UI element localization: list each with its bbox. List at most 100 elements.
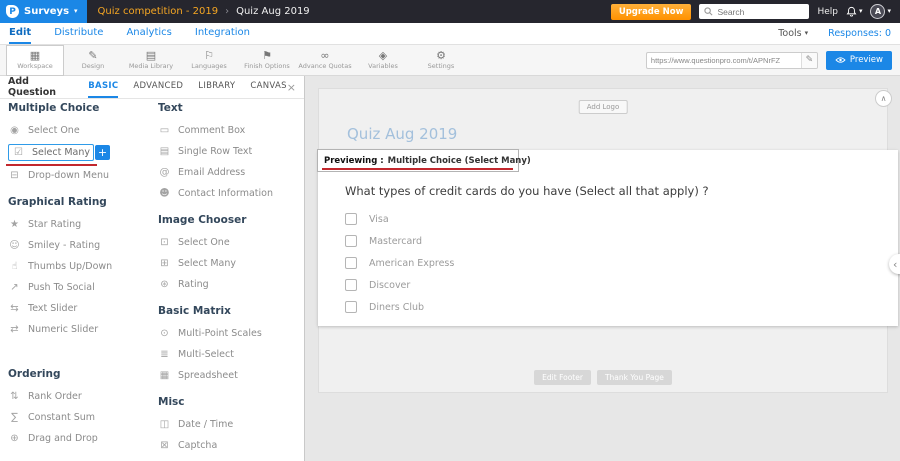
question-type-constant-sum[interactable]: ∑ Constant Sum	[8, 407, 150, 428]
question-type-thumbs-up-down[interactable]: ☝ Thumbs Up/Down	[8, 256, 150, 277]
thumbs-icon: ☝	[8, 261, 21, 272]
toolbar-item-workspace[interactable]: ▦ Workspace	[6, 45, 64, 76]
preview-button[interactable]: Preview	[826, 51, 892, 70]
multi-select-icon: ≣	[158, 349, 171, 360]
rank-order-icon: ⇅	[8, 391, 21, 402]
tab-advanced[interactable]: ADVANCED	[133, 76, 183, 98]
toolbar-item-label: Media Library	[129, 62, 173, 70]
tab-library[interactable]: LIBRARY	[198, 76, 235, 98]
question-type-image-select-one[interactable]: ⊡ Select One	[158, 232, 303, 253]
toolbar-item-media-library[interactable]: ▤ Media Library	[122, 45, 180, 76]
question-type-image-rating[interactable]: ⊛ Rating	[158, 274, 303, 295]
breadcrumb-separator-icon: ›	[225, 6, 229, 17]
responses-count[interactable]: Responses: 0	[828, 28, 891, 39]
nav-right-group: Tools ▾ Responses: 0	[778, 23, 891, 44]
question-type-single-row-text[interactable]: ▤ Single Row Text	[158, 141, 303, 162]
notifications-menu[interactable]: ▾	[846, 6, 863, 17]
question-type-select-one[interactable]: ◉ Select One	[8, 120, 150, 141]
question-type-multi-point-scales[interactable]: ⊙ Multi-Point Scales	[158, 323, 303, 344]
add-select-many-button[interactable]: +	[95, 145, 110, 160]
tab-canvas[interactable]: CANVAS	[250, 76, 286, 98]
questionpro-logo-icon: P	[6, 5, 19, 18]
survey-url-input[interactable]	[647, 56, 801, 65]
question-type-label: Spreadsheet	[178, 370, 238, 381]
person-icon: ☻	[158, 188, 171, 199]
question-type-dropdown-menu[interactable]: ⊟ Drop-down Menu	[8, 165, 150, 186]
question-type-smiley-rating[interactable]: ☺ Smiley - Rating	[8, 235, 150, 256]
image-select-one-icon: ⊡	[158, 237, 171, 248]
option-checkbox[interactable]	[345, 279, 357, 291]
option-label: Diners Club	[369, 302, 424, 313]
question-type-drag-and-drop[interactable]: ⊕ Drag and Drop	[8, 428, 150, 449]
question-type-image-select-many[interactable]: ⊞ Select Many	[158, 253, 303, 274]
question-type-label: Single Row Text	[178, 146, 252, 157]
tab-analytics[interactable]: Analytics	[126, 23, 171, 44]
upgrade-now-button[interactable]: Upgrade Now	[611, 4, 692, 20]
product-switcher-surveys[interactable]: P Surveys ▾	[0, 0, 87, 23]
question-type-label: Constant Sum	[28, 412, 95, 423]
toolbar-right-group: ✎ Preview	[646, 51, 892, 70]
sum-icon: ∑	[8, 412, 21, 423]
topbar-right-group: Upgrade Now Help ▾ A ▾	[611, 4, 900, 20]
drag-drop-icon: ⊕	[8, 433, 21, 444]
toolbar-item-settings[interactable]: ⚙ Settings	[412, 45, 470, 76]
survey-preview-stage: Add Logo Quiz Aug 2019 Edit Footer Thank…	[305, 76, 900, 461]
toolbar-item-advance-quotas[interactable]: ∞ Advance Quotas	[296, 45, 354, 76]
breadcrumb-parent-survey[interactable]: Quiz competition - 2019	[98, 6, 219, 17]
breadcrumb: Quiz competition - 2019 › Quiz Aug 2019	[98, 6, 310, 17]
toolbar-item-variables[interactable]: ◈ Variables	[354, 45, 412, 76]
close-panel-button[interactable]: ×	[287, 76, 296, 98]
question-type-star-rating[interactable]: ★ Star Rating	[8, 214, 150, 235]
question-type-spreadsheet[interactable]: ▦ Spreadsheet	[158, 365, 303, 386]
global-search-box[interactable]	[699, 4, 809, 19]
add-logo-button[interactable]: Add Logo	[579, 100, 628, 114]
tab-integration[interactable]: Integration	[195, 23, 250, 44]
account-menu[interactable]: A ▾	[870, 4, 891, 19]
question-type-email-address[interactable]: @ Email Address	[158, 162, 303, 183]
question-type-label: Drop-down Menu	[28, 170, 109, 181]
chevron-down-icon: ▾	[74, 8, 78, 15]
help-link[interactable]: Help	[817, 7, 838, 17]
answer-option-diners-club: Diners Club	[345, 296, 878, 318]
option-checkbox[interactable]	[345, 235, 357, 247]
question-type-date-time[interactable]: ◫ Date / Time	[158, 414, 303, 435]
question-type-contact-information[interactable]: ☻ Contact Information	[158, 183, 303, 204]
question-type-select-many[interactable]: ☑ Select Many +	[8, 144, 94, 161]
option-checkbox[interactable]	[345, 301, 357, 313]
tab-edit[interactable]: Edit	[9, 23, 31, 44]
question-type-text-slider[interactable]: ⇆ Text Slider	[8, 298, 150, 319]
edit-footer-button[interactable]: Edit Footer	[534, 370, 591, 385]
option-checkbox[interactable]	[345, 213, 357, 225]
numeric-slider-icon: ⇄	[8, 324, 21, 335]
card-footer-buttons: Edit Footer Thank You Page	[319, 370, 887, 385]
question-type-comment-box[interactable]: ▭ Comment Box	[158, 120, 303, 141]
tab-basic[interactable]: BASIC	[88, 76, 118, 98]
question-type-numeric-slider[interactable]: ⇄ Numeric Slider	[8, 319, 150, 340]
question-type-label: Select One	[28, 125, 80, 136]
question-type-rank-order[interactable]: ⇅ Rank Order	[8, 386, 150, 407]
gear-icon: ⚙	[436, 50, 446, 61]
question-type-label: Date / Time	[178, 419, 233, 430]
text-slider-icon: ⇆	[8, 303, 21, 314]
toolbar-item-languages[interactable]: ⚐ Languages	[180, 45, 238, 76]
scroll-top-button[interactable]: ∧	[875, 90, 892, 107]
question-type-push-to-social[interactable]: ↗ Push To Social	[8, 277, 150, 298]
edit-toolbar: ▦ Workspace ✎ Design ▤ Media Library ⚐ L…	[0, 45, 900, 76]
question-type-captcha[interactable]: ⊠ Captcha	[158, 435, 303, 456]
toolbar-item-label: Finish Options	[244, 62, 290, 70]
question-type-multi-select[interactable]: ≣ Multi-Select	[158, 344, 303, 365]
search-input[interactable]	[717, 7, 804, 17]
survey-title[interactable]: Quiz Aug 2019	[347, 125, 457, 143]
chevron-down-icon: ▾	[859, 8, 863, 15]
multi-point-icon: ⊙	[158, 328, 171, 339]
thank-you-page-button[interactable]: Thank You Page	[597, 370, 672, 385]
toolbar-item-design[interactable]: ✎ Design	[64, 45, 122, 76]
toolbar-item-finish-options[interactable]: ⚑ Finish Options	[238, 45, 296, 76]
tools-menu[interactable]: Tools ▾	[778, 28, 808, 39]
tab-distribute[interactable]: Distribute	[54, 23, 103, 44]
question-text[interactable]: What types of credit cards do you have (…	[345, 184, 709, 198]
option-checkbox[interactable]	[345, 257, 357, 269]
share-icon: ↗	[8, 282, 21, 293]
edit-url-button[interactable]: ✎	[801, 53, 817, 68]
question-type-label: Rank Order	[28, 391, 82, 402]
